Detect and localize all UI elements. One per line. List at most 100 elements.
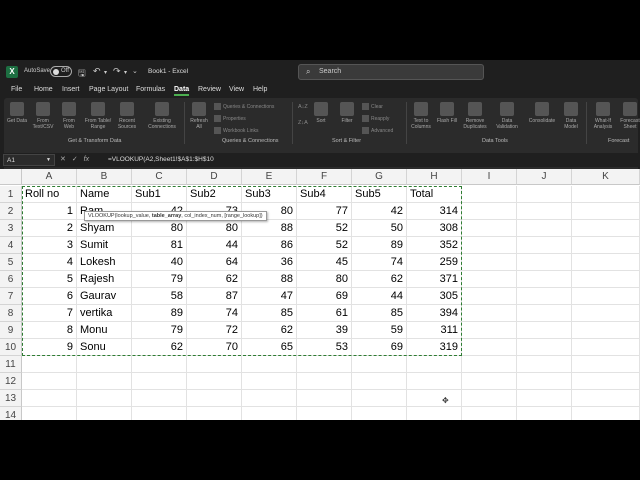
table-cell[interactable]: 62	[242, 322, 297, 339]
table-cell[interactable]: Sub4	[297, 186, 352, 203]
table-cell[interactable]: 314	[407, 203, 462, 220]
table-cell[interactable]: 72	[187, 322, 242, 339]
empty-cell[interactable]	[77, 407, 132, 420]
empty-cell[interactable]	[462, 271, 517, 288]
empty-cell[interactable]	[517, 254, 572, 271]
table-cell[interactable]: 1	[22, 203, 77, 220]
row-header[interactable]: 14	[0, 407, 22, 420]
column-header[interactable]: F	[297, 169, 352, 185]
empty-cell[interactable]	[352, 390, 407, 407]
table-cell[interactable]: Shyam	[77, 220, 132, 237]
row-header[interactable]: 9	[0, 322, 22, 339]
empty-cell[interactable]	[572, 390, 640, 407]
column-header[interactable]: J	[517, 169, 572, 185]
empty-cell[interactable]	[462, 220, 517, 237]
empty-cell[interactable]	[77, 373, 132, 390]
empty-cell[interactable]	[517, 373, 572, 390]
empty-cell[interactable]	[517, 203, 572, 220]
empty-cell[interactable]	[572, 220, 640, 237]
column-header[interactable]: I	[462, 169, 517, 185]
table-cell[interactable]: 62	[132, 339, 187, 356]
table-cell[interactable]: 42	[352, 203, 407, 220]
empty-cell[interactable]	[132, 373, 187, 390]
table-cell[interactable]: 69	[352, 339, 407, 356]
empty-cell[interactable]	[517, 339, 572, 356]
table-cell[interactable]: Total	[407, 186, 462, 203]
empty-cell[interactable]	[462, 390, 517, 407]
row-header[interactable]: 3	[0, 220, 22, 237]
empty-cell[interactable]	[572, 186, 640, 203]
empty-cell[interactable]	[462, 322, 517, 339]
table-cell[interactable]: 80	[297, 271, 352, 288]
text-to-columns-button[interactable]: Text to Columns	[408, 102, 434, 130]
table-cell[interactable]: Sonu	[77, 339, 132, 356]
table-cell[interactable]: Roll no	[22, 186, 77, 203]
empty-cell[interactable]	[517, 390, 572, 407]
empty-cell[interactable]	[77, 356, 132, 373]
function-tooltip[interactable]: VLOOKUP(lookup_value, table_array, col_i…	[84, 211, 267, 221]
table-cell[interactable]: 50	[352, 220, 407, 237]
table-cell[interactable]: Sub3	[242, 186, 297, 203]
empty-cell[interactable]	[407, 373, 462, 390]
reapply-button[interactable]: Reapply	[362, 115, 389, 122]
row-header[interactable]: 2	[0, 203, 22, 220]
table-cell[interactable]: 79	[132, 322, 187, 339]
table-cell[interactable]: 6	[22, 288, 77, 305]
table-cell[interactable]: 85	[352, 305, 407, 322]
empty-cell[interactable]	[517, 186, 572, 203]
empty-cell[interactable]	[517, 271, 572, 288]
table-cell[interactable]: Lokesh	[77, 254, 132, 271]
table-cell[interactable]: 3	[22, 237, 77, 254]
empty-cell[interactable]	[297, 356, 352, 373]
empty-cell[interactable]	[187, 407, 242, 420]
empty-cell[interactable]	[187, 356, 242, 373]
tab-data[interactable]: Data	[174, 86, 190, 96]
empty-cell[interactable]	[572, 356, 640, 373]
column-header[interactable]: A	[22, 169, 77, 185]
table-cell[interactable]: Rajesh	[77, 271, 132, 288]
data-model-button[interactable]: Data Model	[560, 102, 582, 130]
table-cell[interactable]: 308	[407, 220, 462, 237]
table-cell[interactable]: 352	[407, 237, 462, 254]
cancel-icon[interactable]: ✕	[60, 156, 66, 163]
refresh-all-button[interactable]: Refresh All	[188, 102, 210, 130]
table-cell[interactable]: 2	[22, 220, 77, 237]
table-cell[interactable]: 81	[132, 237, 187, 254]
empty-cell[interactable]	[462, 186, 517, 203]
customize-toolbar-icon[interactable]: ⌄	[132, 67, 138, 75]
tab-home[interactable]: Home	[34, 86, 53, 93]
enter-icon[interactable]: ✓	[72, 156, 78, 163]
empty-cell[interactable]	[572, 203, 640, 220]
row-header[interactable]: 11	[0, 356, 22, 373]
table-cell[interactable]: 74	[352, 254, 407, 271]
empty-cell[interactable]	[242, 390, 297, 407]
table-cell[interactable]: Name	[77, 186, 132, 203]
empty-cell[interactable]	[462, 373, 517, 390]
empty-cell[interactable]	[187, 373, 242, 390]
table-cell[interactable]: Gaurav	[77, 288, 132, 305]
empty-cell[interactable]	[572, 322, 640, 339]
table-cell[interactable]: 394	[407, 305, 462, 322]
empty-cell[interactable]	[572, 339, 640, 356]
table-cell[interactable]: 61	[297, 305, 352, 322]
formula-input[interactable]: =VLOOKUP(A2,Sheet1!$A$1:$H$10	[104, 154, 640, 166]
table-cell[interactable]: 62	[187, 271, 242, 288]
table-cell[interactable]: 9	[22, 339, 77, 356]
table-cell[interactable]: 53	[297, 339, 352, 356]
column-header[interactable]: E	[242, 169, 297, 185]
table-cell[interactable]: Sub2	[187, 186, 242, 203]
table-cell[interactable]: 64	[187, 254, 242, 271]
empty-cell[interactable]	[462, 339, 517, 356]
table-cell[interactable]: 7	[22, 305, 77, 322]
from-web-button[interactable]: From Web	[58, 102, 80, 130]
empty-cell[interactable]	[462, 288, 517, 305]
table-cell[interactable]: 62	[352, 271, 407, 288]
table-cell[interactable]: 89	[352, 237, 407, 254]
table-cell[interactable]: 89	[132, 305, 187, 322]
search-box[interactable]: ⌕ Search	[298, 64, 484, 80]
empty-cell[interactable]	[517, 305, 572, 322]
column-header[interactable]: G	[352, 169, 407, 185]
row-header[interactable]: 5	[0, 254, 22, 271]
sort-button[interactable]: Sort	[310, 102, 332, 124]
empty-cell[interactable]	[462, 407, 517, 420]
